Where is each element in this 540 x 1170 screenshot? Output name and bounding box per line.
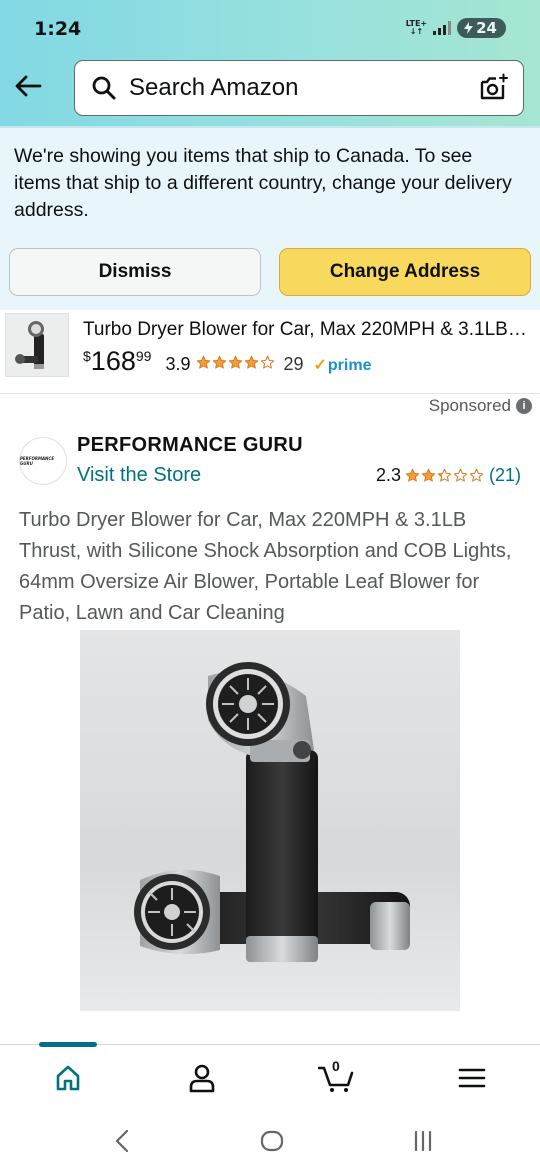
brand-logo-text: PERFORMANCE GURU (20, 456, 55, 466)
battery-level: 24 (476, 19, 497, 37)
nav-home[interactable] (50, 1061, 86, 1095)
search-placeholder: Search Amazon (129, 74, 299, 101)
blower-product-photo (134, 662, 410, 962)
top-header: 1:24 LTE+ ↓↑ 24 Search Amazon (0, 0, 540, 126)
signal-icon (433, 21, 452, 35)
sticky-product-title[interactable]: Turbo Dryer Blower for Car, Max 220MPH &… (83, 319, 527, 341)
nav-menu[interactable] (454, 1061, 490, 1095)
star-rating-icon (196, 355, 275, 370)
brand-logo[interactable]: PERFORMANCE GURU (19, 437, 67, 485)
star-icon (245, 355, 259, 369)
status-icons: LTE+ ↓↑ 24 (406, 18, 506, 38)
person-icon (189, 1064, 215, 1093)
review-count: 29 (283, 354, 304, 374)
bottom-nav-bar: 0 (0, 1042, 540, 1112)
star-icon (453, 468, 468, 482)
sponsored-text: Sponsored (428, 396, 511, 415)
product-thumbnail[interactable] (5, 313, 69, 377)
prime-badge: ✓prime (314, 355, 372, 375)
star-icon (405, 468, 420, 482)
sticky-product-bar[interactable]: Turbo Dryer Blower for Car, Max 220MPH &… (0, 310, 540, 394)
back-arrow-icon[interactable] (12, 70, 44, 102)
system-nav-bar (0, 1112, 540, 1170)
search-icon (92, 76, 116, 100)
active-tab-indicator (39, 1042, 97, 1047)
home-icon (56, 1065, 80, 1091)
ship-to-banner: We're showing you items that ship to Can… (0, 126, 540, 310)
battery-indicator: 24 (457, 18, 506, 38)
change-address-button[interactable]: Change Address (279, 248, 531, 296)
star-icon (469, 468, 484, 482)
network-indicator: LTE+ ↓↑ (405, 19, 428, 36)
price-fraction: 99 (135, 348, 152, 364)
status-time: 1:24 (34, 18, 82, 40)
star-icon (213, 355, 227, 369)
network-type: LTE+ (405, 19, 428, 28)
bolt-icon (464, 22, 474, 34)
prime-label: prime (327, 357, 372, 374)
brand-rating[interactable]: 2.3 (21) (376, 465, 521, 486)
star-icon (421, 468, 436, 482)
brand-rating-value: 2.3 (375, 465, 401, 485)
info-icon[interactable]: i (516, 398, 532, 414)
nav-account[interactable] (184, 1061, 220, 1095)
product-title[interactable]: Turbo Dryer Blower for Car, Max 220MPH &… (19, 505, 519, 629)
star-icon (229, 355, 243, 369)
nav-cart[interactable]: 0 (318, 1058, 354, 1095)
ship-to-message: We're showing you items that ship to Can… (14, 145, 512, 221)
price-currency: $ (83, 348, 91, 364)
prime-check-icon: ✓ (313, 357, 327, 374)
hamburger-menu-icon (458, 1068, 486, 1088)
system-recents-icon[interactable] (408, 1126, 438, 1156)
product-image[interactable] (80, 630, 460, 1011)
brand-name: PERFORMANCE GURU (77, 434, 303, 456)
system-back-icon[interactable] (108, 1126, 138, 1156)
rating-value: 3.9 (165, 354, 191, 374)
camera-scan-icon[interactable] (479, 73, 509, 103)
price-whole: 168 (90, 346, 136, 376)
star-icon (197, 355, 211, 369)
search-input[interactable]: Search Amazon (74, 60, 524, 116)
sticky-product-meta: $ 168 99 3.9 29 ✓prime (83, 346, 371, 377)
blower-thumbnail-image (6, 314, 68, 376)
sponsored-label[interactable]: Sponsored i (429, 396, 532, 416)
star-icon (437, 468, 452, 482)
system-home-icon[interactable] (257, 1126, 287, 1156)
cart-count: 0 (332, 1058, 340, 1074)
brand-review-count: (21) (488, 465, 521, 485)
visit-store-link[interactable]: Visit the Store (77, 464, 201, 487)
dismiss-button[interactable]: Dismiss (9, 248, 261, 296)
star-rating-icon (405, 468, 484, 483)
star-icon (261, 355, 275, 369)
